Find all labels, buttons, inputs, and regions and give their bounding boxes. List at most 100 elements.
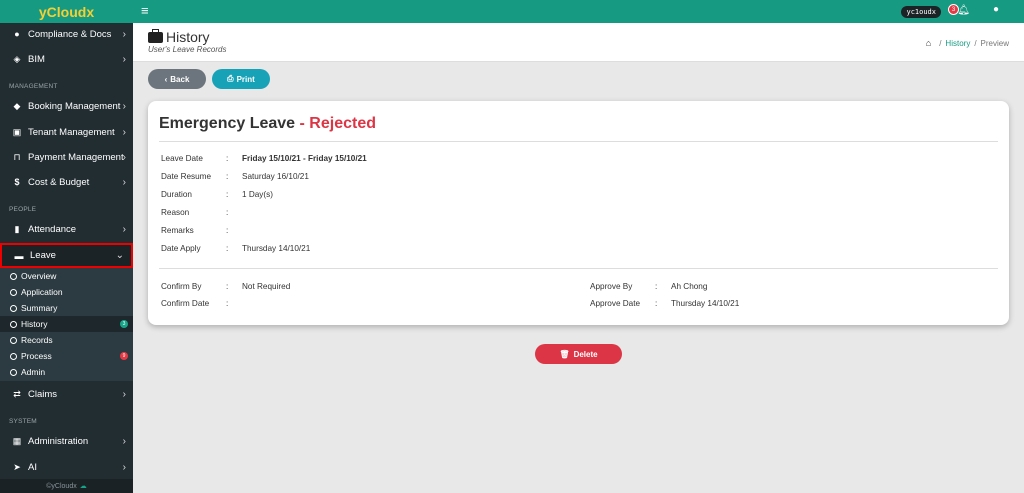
submenu-item-label: Summary	[21, 303, 58, 313]
circle-icon	[10, 288, 17, 296]
brand-logo[interactable]: yCloudx	[0, 0, 133, 23]
submenu-item-records[interactable]: Records	[0, 332, 133, 348]
tag-icon: ◆	[13, 100, 21, 111]
section-management: MANAGEMENT	[9, 83, 58, 90]
sidebar: yCloudx ● Compliance & Docs › ◈ BIM › MA…	[0, 0, 133, 493]
sidebar-item-label: Payment Management	[28, 151, 124, 163]
sidebar-item-ai[interactable]: ➤ AI ›	[0, 455, 133, 479]
chevron-right-icon: ›	[122, 126, 126, 138]
chevron-right-icon: ›	[122, 100, 126, 112]
submenu-item-process[interactable]: Process 9	[0, 348, 133, 364]
user-icon[interactable]: ●	[993, 4, 999, 15]
print-button[interactable]: ⎙ Print	[212, 69, 270, 89]
submenu-item-label: Admin	[21, 367, 46, 377]
sidebar-item-label: Administration	[28, 435, 89, 447]
bell-icon[interactable]: 🔔︎	[957, 5, 970, 16]
detail-label: Confirm Date	[161, 299, 210, 308]
building-icon: ▣	[12, 126, 22, 137]
circle-icon	[10, 304, 17, 312]
cart-icon: ⊓	[13, 151, 21, 162]
submenu-item-history[interactable]: History 3	[0, 316, 133, 332]
sidebar-footer: ©yCloudx ☁	[0, 479, 133, 493]
submenu-item-admin[interactable]: Admin	[0, 364, 133, 380]
leave-detail-card: Emergency Leave - Rejected Leave Date : …	[148, 101, 1009, 325]
back-button[interactable]: ‹ Back	[148, 69, 206, 89]
home-icon[interactable]: ⌂	[926, 38, 931, 48]
chevron-right-icon: ›	[122, 151, 126, 163]
circle-icon	[10, 368, 17, 376]
breadcrumb-history[interactable]: History	[945, 39, 970, 48]
detail-value: Saturday 16/10/21	[242, 172, 309, 181]
briefcase-icon	[148, 28, 163, 43]
sidebar-item-tenant[interactable]: ▣ Tenant Management ›	[0, 120, 133, 144]
detail-label: Reason	[161, 208, 190, 217]
sidebar-item-label: AI	[28, 461, 37, 473]
submenu-item-application[interactable]: Application	[0, 284, 133, 300]
sidebar-item-compliance[interactable]: ● Compliance & Docs ›	[0, 22, 133, 46]
chevron-right-icon: ›	[122, 461, 126, 473]
sidebar-item-label: Tenant Management	[28, 126, 115, 138]
sidebar-item-label: Compliance & Docs	[28, 28, 112, 40]
submenu-item-overview[interactable]: Overview	[0, 268, 133, 284]
detail-label: Approve Date	[590, 299, 641, 308]
colon: :	[655, 282, 658, 291]
chevron-right-icon: ›	[122, 53, 126, 65]
sidebar-item-bim[interactable]: ◈ BIM ›	[0, 47, 133, 71]
circle-icon	[10, 272, 17, 280]
exchange-icon: ⇄	[13, 388, 21, 399]
divider	[159, 141, 998, 142]
divider	[159, 268, 998, 269]
gear-icon: ●	[14, 29, 20, 39]
breadcrumb-separator: /	[939, 38, 942, 48]
page-title: History	[166, 29, 210, 45]
card-title: Emergency Leave - Rejected	[159, 115, 376, 133]
hamburger-menu-icon[interactable]: ≡	[141, 3, 149, 18]
colon: :	[655, 299, 658, 308]
colon: :	[226, 154, 229, 163]
detail-label: Approve By	[590, 282, 633, 291]
sidebar-item-booking[interactable]: ◆ Booking Management ›	[0, 94, 133, 118]
sidebar-item-claims[interactable]: ⇄ Claims ›	[0, 382, 133, 406]
detail-label: Leave Date	[161, 154, 203, 163]
trash-icon: 🗑︎	[559, 349, 570, 359]
briefcase-icon: ▬	[14, 250, 24, 261]
title-separator: -	[295, 115, 310, 132]
colon: :	[226, 190, 229, 199]
delete-button[interactable]: 🗑︎ Delete	[535, 344, 622, 364]
sidebar-item-label: Booking Management	[28, 100, 121, 112]
detail-label: Duration	[161, 190, 192, 199]
breadcrumb-preview: Preview	[980, 38, 1009, 48]
chevron-right-icon: ›	[122, 176, 126, 188]
submenu-item-summary[interactable]: Summary	[0, 300, 133, 316]
colon: :	[226, 244, 229, 253]
id-card-icon: ▦	[12, 435, 22, 446]
sidebar-item-attendance[interactable]: ▮ Attendance ›	[0, 217, 133, 241]
chevron-down-icon: ⌄	[115, 250, 124, 261]
sidebar-item-administration[interactable]: ▦ Administration ›	[0, 429, 133, 453]
process-count-badge: 9	[120, 352, 128, 360]
sidebar-item-leave[interactable]: ▬ Leave ⌄	[0, 243, 133, 268]
detail-value: Friday 15/10/21 - Friday 15/10/21	[242, 154, 367, 163]
chevron-right-icon: ›	[122, 435, 126, 447]
top-bar: ≡ yc1oudx 3 🔔︎ ●	[133, 0, 1024, 23]
sidebar-item-payment[interactable]: ⊓ Payment Management ›	[0, 145, 133, 169]
detail-label: Date Resume	[161, 172, 212, 181]
detail-value: Thursday 14/10/21	[242, 244, 311, 253]
section-system: SYSTEM	[9, 418, 37, 425]
sidebar-item-label: Leave	[30, 250, 56, 261]
circle-icon	[10, 336, 17, 344]
breadcrumb: ⌂ / History / Preview	[926, 38, 1009, 48]
submenu-item-label: Overview	[21, 271, 57, 281]
leave-type: Emergency Leave	[159, 115, 296, 132]
chevron-right-icon: ›	[122, 28, 126, 40]
cube-icon: ◈	[13, 53, 21, 64]
send-icon: ➤	[13, 461, 21, 472]
footer-text: ©yCloudx	[46, 482, 77, 490]
sidebar-item-cost[interactable]: $ Cost & Budget ›	[0, 170, 133, 194]
user-pill[interactable]: yc1oudx	[901, 6, 941, 18]
sidebar-item-label: Cost & Budget	[28, 176, 90, 188]
detail-value: 1 Day(s)	[242, 190, 273, 199]
sidebar-item-label: Attendance	[28, 223, 77, 235]
detail-label: Confirm By	[161, 282, 202, 291]
chevron-left-icon: ‹	[164, 74, 168, 84]
